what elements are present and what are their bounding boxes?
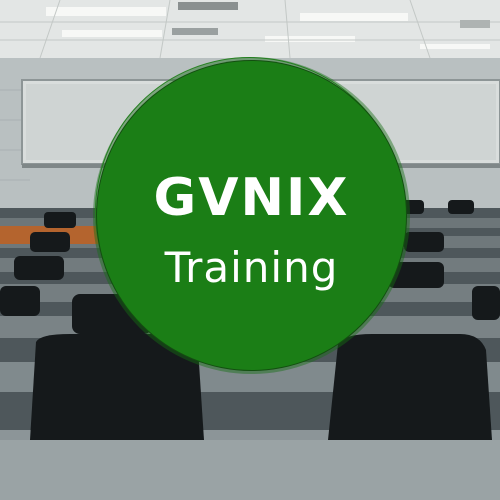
ceiling-vent xyxy=(460,20,490,28)
logo-title: GVNIX xyxy=(153,168,350,228)
ceiling-vent xyxy=(172,28,218,35)
logo-subtitle: Training xyxy=(164,243,339,292)
front-desk xyxy=(0,440,500,500)
ceiling-vent xyxy=(178,2,238,10)
classroom-photo: GVNIX Training xyxy=(0,0,500,500)
